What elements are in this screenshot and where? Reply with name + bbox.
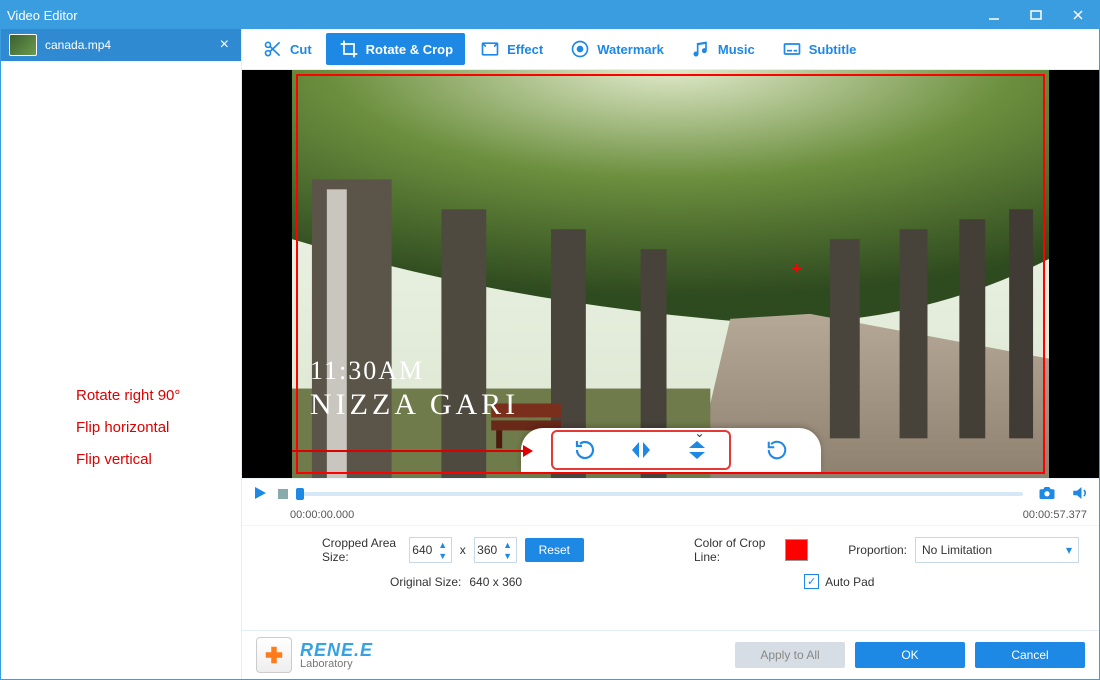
window: Video Editor canada.mp4 × Rotate right 9… [0, 0, 1100, 680]
file-close-icon[interactable]: × [216, 36, 233, 54]
annotation-fliph: Flip horizontal [76, 419, 169, 436]
window-title: Video Editor [7, 8, 78, 23]
ok-button[interactable]: OK [855, 642, 965, 668]
tab-music[interactable]: Music [678, 33, 767, 65]
check-icon: ✓ [804, 574, 819, 589]
proportion-value: No Limitation [922, 543, 992, 557]
crop-height-down[interactable]: ▼ [500, 550, 516, 561]
crop-width-input[interactable]: 640 ▲▼ [409, 537, 452, 563]
chevron-down-icon: ▾ [1066, 543, 1072, 557]
auto-pad-checkbox[interactable]: ✓ Auto Pad [804, 574, 874, 589]
tab-rotate-label: Rotate & Crop [366, 42, 453, 57]
maximize-button[interactable] [1015, 1, 1057, 29]
flip-vertical-button[interactable] [683, 436, 711, 464]
tab-subtitle-label: Subtitle [809, 42, 857, 57]
original-size-label: Original Size: [390, 575, 461, 589]
file-name: canada.mp4 [45, 38, 216, 52]
crop-height-value: 360 [475, 543, 500, 557]
scissors-icon [262, 38, 284, 60]
tab-cut[interactable]: Cut [250, 33, 324, 65]
cropped-size-label: Cropped Area Size: [322, 536, 401, 564]
play-button[interactable] [252, 485, 268, 504]
video-preview[interactable]: + 11:30AM NIZZA GARI ⌄ [242, 70, 1099, 478]
subtitle-icon [781, 38, 803, 60]
time-total: 00:00:57.377 [1007, 509, 1087, 521]
transport-bar [242, 478, 1099, 509]
titlebar[interactable]: Video Editor [1, 1, 1099, 29]
crop-icon [338, 38, 360, 60]
annotation-arrow [292, 450, 531, 452]
crop-color-label: Color of Crop Line: [694, 536, 777, 564]
annotation-rotate: Rotate right 90° [76, 387, 180, 404]
file-thumbnail [9, 34, 37, 56]
tab-watermark-label: Watermark [597, 42, 664, 57]
rotate-right-button[interactable] [571, 436, 599, 464]
crop-color-swatch[interactable] [785, 539, 808, 561]
original-size-value: 640 x 360 [469, 575, 522, 589]
brand-line2: Laboratory [300, 659, 373, 670]
crop-width-up[interactable]: ▲ [435, 539, 451, 550]
time-labels: 00:00:00.000 00:00:57.377 [242, 509, 1099, 525]
file-tab[interactable]: canada.mp4 × [1, 29, 241, 61]
cancel-button[interactable]: Cancel [975, 642, 1085, 668]
tab-music-label: Music [718, 42, 755, 57]
annotation-flipv: Flip vertical [76, 451, 152, 468]
crop-settings: Cropped Area Size: 640 ▲▼ x 360 ▲▼ Reset [242, 525, 1099, 630]
brand-logo: RENE.E Laboratory [256, 637, 373, 673]
crop-width-value: 640 [410, 543, 435, 557]
tab-subtitle[interactable]: Subtitle [769, 33, 869, 65]
timeline-slider[interactable] [296, 492, 1023, 496]
video-overlay-text: 11:30AM NIZZA GARI [310, 356, 519, 422]
stop-button[interactable] [278, 489, 288, 499]
snapshot-button[interactable] [1037, 484, 1057, 505]
proportion-select[interactable]: No Limitation ▾ [915, 537, 1079, 563]
auto-pad-label: Auto Pad [825, 575, 874, 589]
letterbox-left [242, 70, 292, 478]
volume-button[interactable] [1071, 484, 1089, 505]
reset-rotation-button[interactable] [763, 436, 791, 464]
window-controls [973, 1, 1099, 29]
toolbar-tabs: Cut Rotate & Crop Effect Watermark Music [242, 29, 1099, 70]
watermark-icon [569, 38, 591, 60]
crop-height-up[interactable]: ▲ [500, 539, 516, 550]
overlay-time: 11:30AM [310, 356, 519, 386]
proportion-label: Proportion: [848, 543, 907, 557]
music-icon [690, 38, 712, 60]
tab-effect-label: Effect [507, 42, 543, 57]
crop-width-down[interactable]: ▼ [435, 550, 451, 561]
time-current: 00:00:00.000 [290, 509, 370, 521]
effect-icon [479, 38, 501, 60]
video-canvas[interactable]: + 11:30AM NIZZA GARI ⌄ [292, 70, 1049, 478]
sidebar: canada.mp4 × Rotate right 90° Flip horiz… [1, 29, 242, 679]
rotate-flip-toolbar: ⌄ [521, 428, 821, 472]
reset-button[interactable]: Reset [525, 538, 584, 562]
tab-effect[interactable]: Effect [467, 33, 555, 65]
brand-line1: RENE.E [300, 641, 373, 659]
tab-rotate-crop[interactable]: Rotate & Crop [326, 33, 465, 65]
crop-x-label: x [460, 543, 466, 557]
minimize-button[interactable] [973, 1, 1015, 29]
toolbar-caret-icon[interactable]: ⌄ [695, 426, 705, 440]
crop-height-input[interactable]: 360 ▲▼ [474, 537, 517, 563]
apply-all-button[interactable]: Apply to All [735, 642, 845, 668]
flip-horizontal-button[interactable] [627, 436, 655, 464]
overlay-place: NIZZA GARI [310, 388, 519, 422]
tab-cut-label: Cut [290, 42, 312, 57]
footer: RENE.E Laboratory Apply to All OK Cancel [242, 630, 1099, 679]
timeline-handle[interactable] [296, 488, 304, 500]
close-button[interactable] [1057, 1, 1099, 29]
letterbox-right [1049, 70, 1099, 478]
main-area: Cut Rotate & Crop Effect Watermark Music [242, 29, 1099, 679]
logo-icon [256, 637, 292, 673]
tab-watermark[interactable]: Watermark [557, 33, 676, 65]
